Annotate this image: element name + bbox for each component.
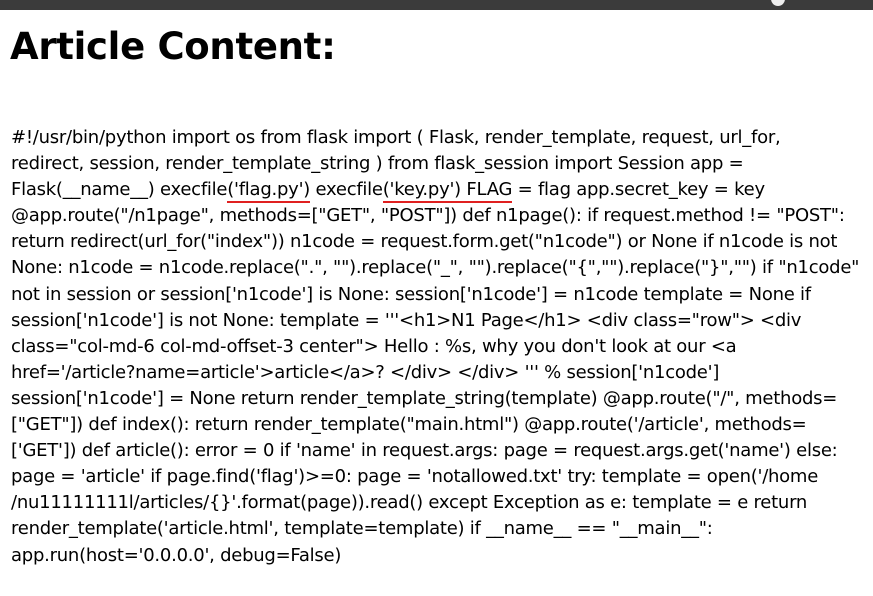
article-text: = flag app.secret_key = key [512,179,765,201]
browser-top-bar [0,0,873,10]
article-line: href='/article?name=article'>article</a>… [11,361,720,383]
highlighted-key-file: ('key.py') FLAG [382,179,512,204]
article-line: Flask(__name__) execfile('flag.py') exec… [11,177,873,204]
article-line: session['n1code'] is not None: template … [11,309,802,331]
article-line: @app.route("/n1page", methods=["GET", "P… [11,205,845,227]
article-line: app.run(host='0.0.0.0', debug=False) [11,544,342,566]
article-line: ["GET"]) def index(): return render_temp… [11,414,807,436]
article-content: #!/usr/bin/python import os from flask i… [11,125,873,569]
article-line: redirect, session, render_template_strin… [11,153,744,175]
article-line: return redirect(url_for("index")) n1code… [11,231,838,253]
article-line: not in session or session['n1code'] is N… [11,283,811,305]
highlighted-flag-file: ('flag.py') [227,179,310,204]
article-line: page = 'article' if page.find('flag')>=0… [11,466,819,488]
article-line: render_template('article.html', template… [11,518,713,540]
article-line: /nu11111111l/articles/{}'.format(page)).… [11,492,808,514]
article-line: session['n1code'] = None return render_t… [11,387,838,409]
page-title: Article Content: [10,25,336,68]
article-line: #!/usr/bin/python import os from flask i… [11,127,781,148]
article-line: None: n1code = n1code.replace(".", "").r… [11,257,860,279]
article-text: execfile [310,179,383,201]
article-line: ['GET']) def article(): error = 0 if 'na… [11,440,838,462]
article-line: class="col-md-6 col-md-offset-3 center">… [11,335,737,357]
toolbar-icon[interactable] [771,0,785,6]
article-text: Flask(__name__) execfile [11,179,228,201]
